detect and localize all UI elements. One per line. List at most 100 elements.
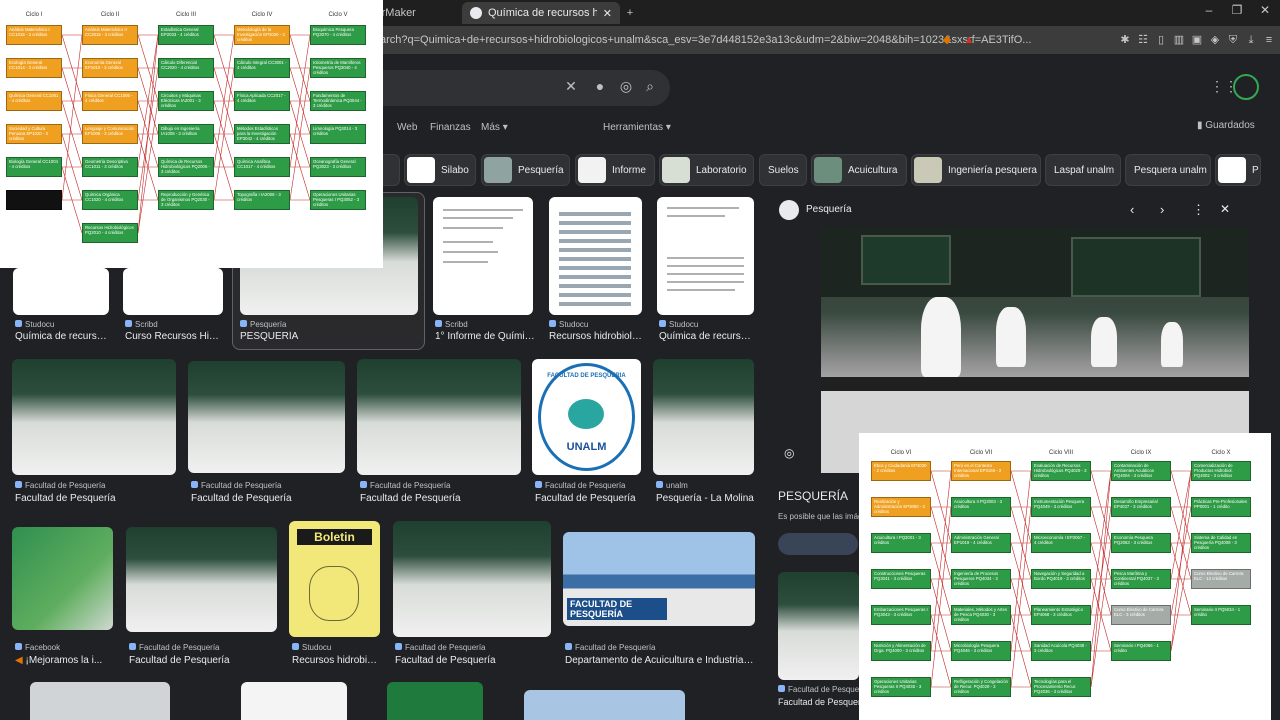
lens-search-icon[interactable]: ◎ <box>784 446 794 460</box>
bookmark-icon[interactable]: ▯ <box>1154 33 1168 47</box>
reader-icon[interactable]: ☷ <box>1136 33 1150 47</box>
result-caption[interactable]: Recursos hidrobiol... <box>292 655 382 666</box>
wallet-icon[interactable]: ▣ <box>1190 33 1204 47</box>
fish-poster-image[interactable] <box>549 197 642 315</box>
minimize-button[interactable]: – <box>1194 3 1224 17</box>
brave-shield-icon[interactable]: ◆ <box>940 33 954 47</box>
result-image[interactable] <box>241 682 347 720</box>
result-image[interactable] <box>433 197 533 315</box>
result-source[interactable]: Facultad de Pesquería <box>191 481 346 490</box>
result-source[interactable]: Studocu <box>292 643 382 652</box>
result-source[interactable]: Studocu <box>15 320 110 329</box>
mic-icon[interactable]: ● <box>590 78 610 94</box>
result-source[interactable]: Facultad de Pesquería <box>565 643 755 652</box>
chip-pesqueria[interactable]: Pesquería <box>481 154 570 186</box>
chip-informe[interactable]: Informe <box>575 154 655 186</box>
result-source[interactable]: Facebook <box>15 643 115 652</box>
result-caption[interactable]: Recursos hidrobiolo... <box>549 331 644 342</box>
result-caption[interactable]: Facultad de Pesquería <box>395 655 553 666</box>
faculty-logo-image[interactable]: FACULTAD DE PESQUERIA UNALM <box>532 359 641 475</box>
result-image[interactable] <box>126 527 277 632</box>
vpn-icon[interactable]: ◈ <box>1208 33 1222 47</box>
close-panel-icon[interactable]: ✕ <box>1220 202 1230 216</box>
result-source[interactable]: Facultad de Pesquería <box>129 643 279 652</box>
result-caption[interactable]: PESQUERÍA <box>240 331 410 342</box>
alert-extension-icon[interactable]: ▲ <box>962 33 976 47</box>
close-tab-icon[interactable]: ✕ <box>603 7 612 20</box>
nav-finanzas[interactable]: Finanzas <box>430 122 471 133</box>
result-source[interactable]: Pesquería <box>240 320 410 329</box>
tab-active-search[interactable]: Química de recursos hidrobiológ ✕ <box>462 2 620 24</box>
result-caption[interactable]: Facultad de Pesquería <box>15 493 175 504</box>
result-source[interactable]: Scribd <box>125 320 220 329</box>
result-caption[interactable]: Facultad de Pesquería <box>191 493 346 504</box>
result-caption[interactable]: ◀ ¡Mejoramos la i... <box>15 655 115 666</box>
nav-web[interactable]: Web <box>397 122 417 133</box>
related-image[interactable] <box>778 572 859 680</box>
search-icon[interactable]: ⌕ <box>640 78 660 95</box>
visit-button[interactable] <box>778 533 858 555</box>
result-image[interactable] <box>13 268 109 315</box>
menu-icon[interactable]: ≡ <box>1262 33 1276 47</box>
result-caption[interactable]: Química de recursos... <box>659 331 756 342</box>
avatar[interactable] <box>1233 74 1259 100</box>
close-window-button[interactable]: ✕ <box>1250 3 1280 17</box>
chip-laboratorio[interactable]: Laboratorio <box>659 154 754 186</box>
related-source[interactable]: Facultad de Pesque <box>778 685 859 694</box>
result-image[interactable] <box>12 527 113 630</box>
result-image[interactable] <box>657 197 754 315</box>
result-image[interactable] <box>30 682 170 720</box>
result-caption[interactable]: Departamento de Acuicultura e Industrias… <box>565 655 755 666</box>
result-image[interactable]: FACULTAD DE PESQUERÍA <box>563 532 755 626</box>
address-bar[interactable]: arch?q=Quimica+de+recursos+hidrobiologic… <box>380 30 1100 50</box>
result-source[interactable]: Facultad de Pesquería <box>15 481 175 490</box>
result-caption[interactable]: Facultad de Pesquería <box>129 655 279 666</box>
result-image[interactable] <box>357 359 521 475</box>
result-image[interactable] <box>12 359 176 475</box>
chip-ingenieria-pesquera[interactable]: Ingeniería pesquera <box>911 154 1041 186</box>
result-caption[interactable]: Química de recursos... <box>15 331 110 342</box>
result-caption[interactable]: Pesquería - La Molina <box>656 493 756 504</box>
chip-p[interactable]: P <box>1215 154 1261 186</box>
saved-link[interactable]: ▮ Guardados <box>1197 120 1255 131</box>
extensions-icon[interactable]: ✱ <box>1118 33 1132 47</box>
shield-icon[interactable]: ⛨ <box>1226 33 1240 47</box>
next-icon[interactable]: › <box>1160 202 1164 217</box>
nav-herramientas[interactable]: Herramientas ▾ <box>603 122 671 133</box>
result-image[interactable] <box>393 521 551 637</box>
result-image[interactable] <box>123 268 223 315</box>
result-image[interactable] <box>387 682 483 720</box>
chip-pesquera-unalm[interactable]: Pesquera unalm <box>1125 154 1211 186</box>
result-image[interactable] <box>188 361 345 473</box>
result-source[interactable]: Facultad de Pesquería <box>360 481 520 490</box>
result-caption[interactable]: Facultad de Pesquería <box>360 493 520 504</box>
chip-suelos[interactable]: Suelos <box>759 154 807 186</box>
related-caption[interactable]: Facultad de Pesquería <box>778 697 869 707</box>
sidebar-icon[interactable]: ▥ <box>1172 33 1186 47</box>
chip-laspaf-unalm[interactable]: Laspaf unalm <box>1045 154 1121 186</box>
result-image[interactable] <box>653 359 754 475</box>
download-icon[interactable]: ⤓ <box>1244 33 1258 47</box>
preview-source[interactable]: Pesquería <box>806 204 852 215</box>
result-source[interactable]: Studocu <box>659 320 756 329</box>
chip-acuicultura[interactable]: Acuicultura <box>811 154 907 186</box>
result-source[interactable]: Facultad de Pesquería <box>395 643 553 652</box>
preview-title[interactable]: PESQUERÍA <box>778 489 848 503</box>
maximize-button[interactable]: ❐ <box>1222 3 1252 17</box>
result-image[interactable] <box>524 690 685 720</box>
result-caption[interactable]: Curso Recursos Hidr... <box>125 331 220 342</box>
more-options-icon[interactable]: ⋮ <box>1192 202 1205 218</box>
new-tab-button[interactable]: + <box>620 2 640 24</box>
chip-silabo[interactable]: Silabo <box>404 154 476 186</box>
result-source[interactable]: unalm <box>656 481 756 490</box>
clear-icon[interactable]: ✕ <box>561 78 581 95</box>
result-caption[interactable]: Facultad de Pesquería <box>535 493 643 504</box>
result-source[interactable]: Facultad de Pesquería <box>535 481 643 490</box>
lens-icon[interactable]: ◎ <box>616 78 636 95</box>
previous-icon[interactable]: ‹ <box>1130 202 1134 217</box>
result-caption[interactable]: 1° Informe de Químic... <box>435 331 535 342</box>
result-source[interactable]: Studocu <box>549 320 644 329</box>
boletin-image[interactable]: Boletin <box>289 521 380 637</box>
nav-mas[interactable]: Más ▾ <box>481 122 508 133</box>
result-source[interactable]: Scribd <box>435 320 535 329</box>
